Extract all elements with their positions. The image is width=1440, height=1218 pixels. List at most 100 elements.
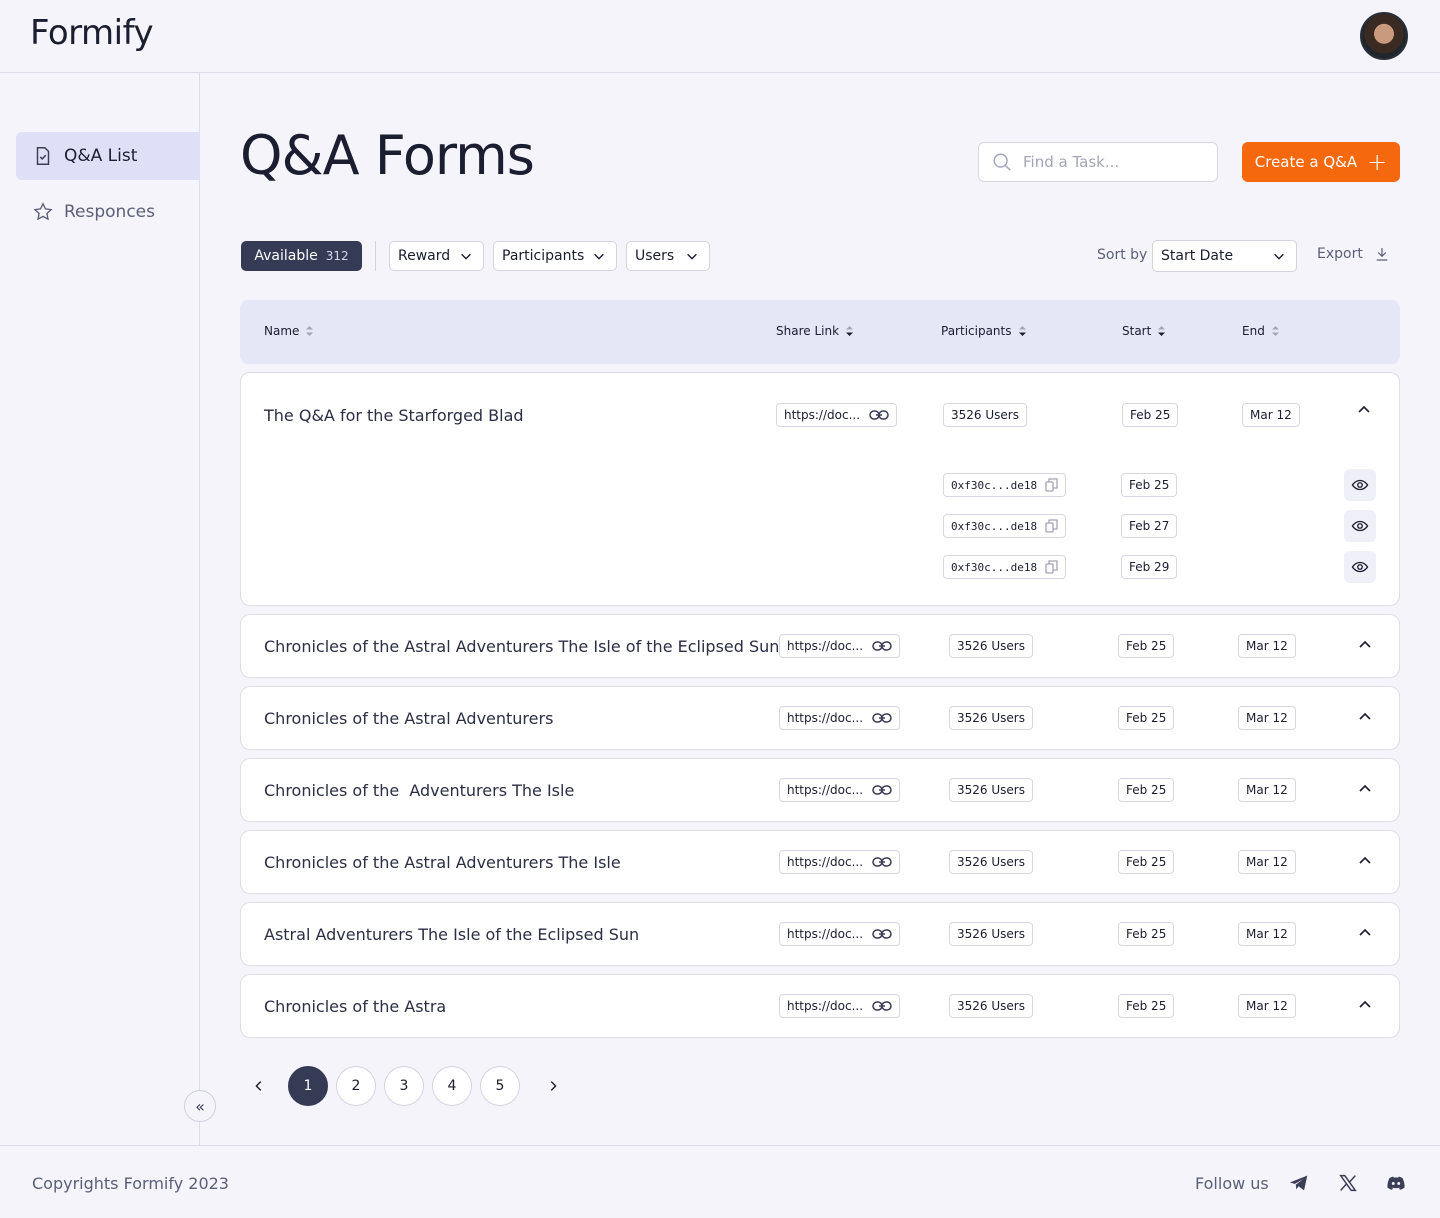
collapse-sidebar-button[interactable]: « — [184, 1090, 216, 1122]
page-button-1[interactable]: 1 — [288, 1066, 328, 1106]
table-row[interactable]: The Q&A for the Starforged Blad https://… — [240, 372, 1400, 606]
export-button[interactable]: Export — [1317, 245, 1391, 263]
share-link-text: https://doc... — [787, 639, 864, 653]
end-date-badge: Mar 12 — [1238, 922, 1296, 946]
sidebar-item-qa-list[interactable]: Q&A List — [16, 132, 200, 180]
start-date-badge: Feb 25 — [1118, 706, 1175, 730]
link-icon — [872, 713, 892, 723]
chevron-left-icon — [255, 1081, 262, 1091]
copy-icon — [1045, 478, 1058, 492]
share-link[interactable]: https://doc... — [776, 403, 898, 427]
chevron-up-icon[interactable] — [1357, 709, 1373, 725]
sidebar-item-responces[interactable]: Responces — [16, 188, 200, 236]
participants-dropdown[interactable]: Participants — [493, 241, 617, 271]
chevron-up-icon[interactable] — [1357, 925, 1373, 941]
wallet-address[interactable]: 0xf30c...de18 — [943, 514, 1067, 538]
table-row[interactable]: Chronicles of the Astral Adventurers htt… — [240, 686, 1400, 750]
view-response-button[interactable] — [1344, 469, 1376, 501]
share-link[interactable]: https://doc... — [779, 850, 901, 874]
copyright-text: Copyrights Formify 2023 — [32, 1174, 229, 1193]
app-logo[interactable]: Formify — [30, 13, 154, 53]
start-date-badge: Feb 25 — [1118, 634, 1175, 658]
end-date-badge: Mar 12 — [1238, 706, 1296, 730]
create-qa-button[interactable]: Create a Q&A + — [1242, 142, 1400, 182]
table-row[interactable]: Chronicles of the Adventurers The Isle h… — [240, 758, 1400, 822]
table-row[interactable]: Chronicles of the Astral Adventurers The… — [240, 614, 1400, 678]
participants-badge: 3526 Users — [949, 994, 1033, 1018]
share-link[interactable]: https://doc... — [779, 994, 901, 1018]
chevron-up-icon[interactable] — [1357, 997, 1373, 1013]
participants-badge: 3526 Users — [943, 403, 1027, 427]
column-header-share-link[interactable]: Share Link — [776, 324, 854, 338]
page-button-2[interactable]: 2 — [336, 1066, 376, 1106]
chevron-up-icon[interactable] — [1357, 853, 1373, 869]
prev-page-button[interactable] — [244, 1066, 274, 1106]
view-response-button[interactable] — [1344, 510, 1376, 542]
next-page-button[interactable] — [538, 1066, 568, 1106]
table-row[interactable]: Astral Adventurers The Isle of the Eclip… — [240, 902, 1400, 966]
row-name: Chronicles of the Astral Adventurers — [264, 709, 554, 728]
participants-badge: 3526 Users — [949, 706, 1033, 730]
dropdown-label: Users — [635, 248, 675, 264]
start-date-badge: Feb 25 — [1118, 850, 1175, 874]
dropdown-label: Reward — [398, 248, 451, 264]
response-date-badge: Feb 29 — [1121, 555, 1178, 579]
wallet-address[interactable]: 0xf30c...de18 — [943, 473, 1067, 497]
document-check-icon — [36, 147, 50, 165]
sort-select[interactable]: Start Date — [1152, 240, 1297, 272]
sort-value: Start Date — [1161, 248, 1234, 264]
share-link-text: https://doc... — [784, 408, 861, 422]
share-link[interactable]: https://doc... — [779, 922, 901, 946]
divider — [375, 241, 376, 271]
x-icon[interactable] — [1337, 1172, 1359, 1194]
table-header: Name Share Link Participants Start End — [240, 300, 1400, 364]
column-label: Participants — [941, 324, 1012, 338]
chevron-right-icon — [550, 1081, 557, 1091]
start-date-badge: Feb 25 — [1122, 403, 1179, 427]
column-header-end[interactable]: End — [1242, 324, 1280, 338]
wallet-address[interactable]: 0xf30c...de18 — [943, 555, 1067, 579]
chevron-up-icon[interactable] — [1357, 781, 1373, 797]
view-response-button[interactable] — [1344, 551, 1376, 583]
column-label: Name — [264, 324, 300, 338]
search-input[interactable] — [1023, 153, 1203, 171]
chevron-up-icon[interactable] — [1356, 402, 1372, 418]
page-button-5[interactable]: 5 — [480, 1066, 520, 1106]
search-box[interactable] — [978, 142, 1218, 182]
avatar[interactable] — [1360, 12, 1408, 60]
available-filter-chip[interactable]: Available 312 — [241, 241, 362, 271]
page-button-4[interactable]: 4 — [432, 1066, 472, 1106]
response-date-badge: Feb 27 — [1121, 514, 1178, 538]
column-header-name[interactable]: Name — [264, 324, 314, 338]
available-label: Available — [254, 248, 318, 264]
reward-dropdown[interactable]: Reward — [389, 241, 484, 271]
star-icon — [33, 202, 53, 221]
eye-icon — [1351, 561, 1369, 573]
chevron-down-icon — [687, 253, 697, 260]
telegram-icon[interactable] — [1288, 1172, 1310, 1194]
link-icon — [869, 410, 889, 420]
table-row[interactable]: Chronicles of the Astra https://doc... 3… — [240, 974, 1400, 1038]
page-button-3[interactable]: 3 — [384, 1066, 424, 1106]
table-row[interactable]: Chronicles of the Astral Adventurers The… — [240, 830, 1400, 894]
discord-icon[interactable] — [1385, 1172, 1407, 1194]
end-date-badge: Mar 12 — [1242, 403, 1300, 427]
create-qa-label: Create a Q&A — [1254, 153, 1358, 171]
sort-icon — [306, 326, 314, 336]
chevron-down-icon — [461, 253, 471, 260]
share-link[interactable]: https://doc... — [779, 778, 901, 802]
start-date-badge: Feb 25 — [1118, 922, 1175, 946]
participants-badge: 3526 Users — [949, 850, 1033, 874]
row-name: Chronicles of the Astral Adventurers The… — [264, 853, 621, 872]
link-icon — [872, 641, 892, 651]
users-dropdown[interactable]: Users — [626, 241, 710, 271]
column-header-start[interactable]: Start — [1122, 324, 1166, 338]
link-icon — [872, 1001, 892, 1011]
share-link[interactable]: https://doc... — [779, 634, 901, 658]
sidebar-item-label: Q&A List — [64, 146, 138, 166]
chevron-up-icon[interactable] — [1357, 637, 1373, 653]
row-name: Chronicles of the Astral Adventurers The… — [264, 637, 780, 656]
column-header-participants[interactable]: Participants — [941, 324, 1027, 338]
share-link-text: https://doc... — [787, 855, 864, 869]
share-link[interactable]: https://doc... — [779, 706, 901, 730]
